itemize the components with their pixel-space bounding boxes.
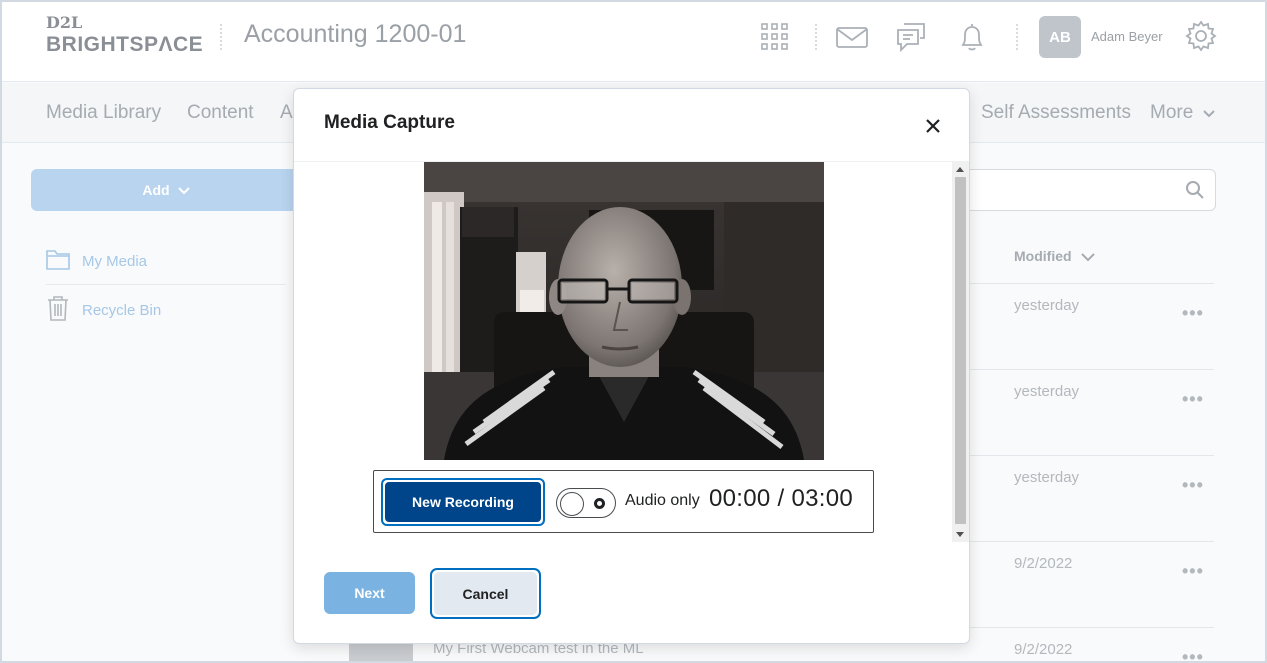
- divider: [46, 284, 286, 285]
- row-modified: 9/2/2022: [1014, 555, 1073, 572]
- webcam-preview: [424, 162, 824, 460]
- column-header-modified[interactable]: Modified: [1014, 248, 1096, 265]
- sidebar-item-label: Recycle Bin: [82, 301, 162, 319]
- more-actions-icon[interactable]: •••: [1182, 647, 1204, 663]
- nav-self-assessments[interactable]: Self Assessments: [981, 102, 1131, 124]
- nav-truncated-item[interactable]: A: [280, 102, 293, 124]
- gear-icon[interactable]: [1184, 19, 1218, 53]
- top-navbar: D2L BRIGHTSPΛCE Accounting 1200-01 AB Ad…: [0, 0, 1267, 82]
- search-input[interactable]: [960, 169, 1216, 211]
- scroll-down-arrow[interactable]: [956, 532, 964, 537]
- search-icon[interactable]: [1185, 180, 1205, 205]
- dialog-title: Media Capture: [324, 112, 455, 133]
- chevron-down-icon: [1202, 102, 1215, 124]
- sidebar-item-my-media[interactable]: My Media: [46, 248, 147, 274]
- scroll-up-arrow[interactable]: [956, 167, 964, 172]
- new-recording-button[interactable]: New Recording: [385, 482, 541, 522]
- add-button[interactable]: Add: [31, 169, 301, 211]
- trash-icon: [46, 295, 70, 325]
- divider: [960, 541, 1214, 542]
- row-modified: yesterday: [1014, 469, 1080, 486]
- mail-icon[interactable]: [835, 20, 869, 54]
- divider: [1016, 24, 1018, 50]
- row-modified: yesterday: [1014, 297, 1080, 314]
- cancel-focus-ring: Cancel: [430, 568, 541, 619]
- toggle-off-indicator: [594, 498, 605, 509]
- row-thumbnail[interactable]: [349, 641, 413, 663]
- new-recording-focus-ring: New Recording: [381, 478, 545, 526]
- user-name[interactable]: Adam Beyer: [1091, 29, 1163, 44]
- logo-d2l: D2L: [46, 13, 83, 32]
- bell-icon[interactable]: [955, 20, 989, 54]
- nav-content[interactable]: Content: [187, 102, 254, 124]
- course-title[interactable]: Accounting 1200-01: [244, 20, 466, 49]
- next-button[interactable]: Next: [324, 572, 415, 614]
- brightspace-logo[interactable]: D2L BRIGHTSPΛCE: [46, 14, 203, 58]
- divider: [960, 627, 1214, 628]
- chevron-down-icon: [1081, 249, 1096, 265]
- more-actions-icon[interactable]: •••: [1182, 475, 1204, 496]
- recording-timer: 00:00 / 03:00: [709, 485, 854, 512]
- chat-icon[interactable]: [894, 20, 928, 54]
- nav-media-library[interactable]: Media Library: [46, 102, 161, 124]
- column-header-label: Modified: [1014, 248, 1072, 264]
- more-actions-icon[interactable]: •••: [1182, 561, 1204, 582]
- more-actions-icon[interactable]: •••: [1182, 303, 1204, 324]
- close-icon[interactable]: [923, 116, 943, 136]
- divider: [960, 369, 1214, 370]
- nav-more-label: More: [1150, 102, 1194, 124]
- sidebar-item-recycle-bin[interactable]: Recycle Bin: [46, 295, 161, 325]
- nav-more[interactable]: More: [1150, 102, 1215, 124]
- scrollbar-thumb[interactable]: [955, 177, 966, 524]
- folder-icon: [46, 248, 70, 274]
- audio-only-label: Audio only: [625, 492, 700, 509]
- divider: [815, 24, 817, 50]
- toggle-knob: [560, 492, 584, 516]
- media-capture-dialog: Media Capture New Recording Audio only 0…: [293, 88, 970, 644]
- dialog-scrollbar[interactable]: [952, 162, 969, 542]
- avatar[interactable]: AB: [1039, 16, 1081, 58]
- add-button-label: Add: [142, 182, 170, 198]
- divider: [220, 24, 222, 50]
- logo-brightspace: BRIGHTSPΛCE: [46, 33, 204, 56]
- dialog-header: Media Capture: [294, 89, 969, 162]
- more-actions-icon[interactable]: •••: [1182, 389, 1204, 410]
- divider: [960, 283, 1214, 284]
- sidebar-item-label: My Media: [82, 252, 148, 270]
- cancel-button[interactable]: Cancel: [434, 572, 537, 615]
- chevron-down-icon: [177, 182, 190, 198]
- row-modified: yesterday: [1014, 383, 1080, 400]
- divider: [960, 455, 1214, 456]
- recording-controls: New Recording Audio only 00:00 / 03:00: [373, 470, 874, 533]
- row-modified: 9/2/2022: [1014, 641, 1073, 658]
- audio-only-toggle[interactable]: [556, 488, 616, 518]
- grid-icon[interactable]: [758, 20, 792, 54]
